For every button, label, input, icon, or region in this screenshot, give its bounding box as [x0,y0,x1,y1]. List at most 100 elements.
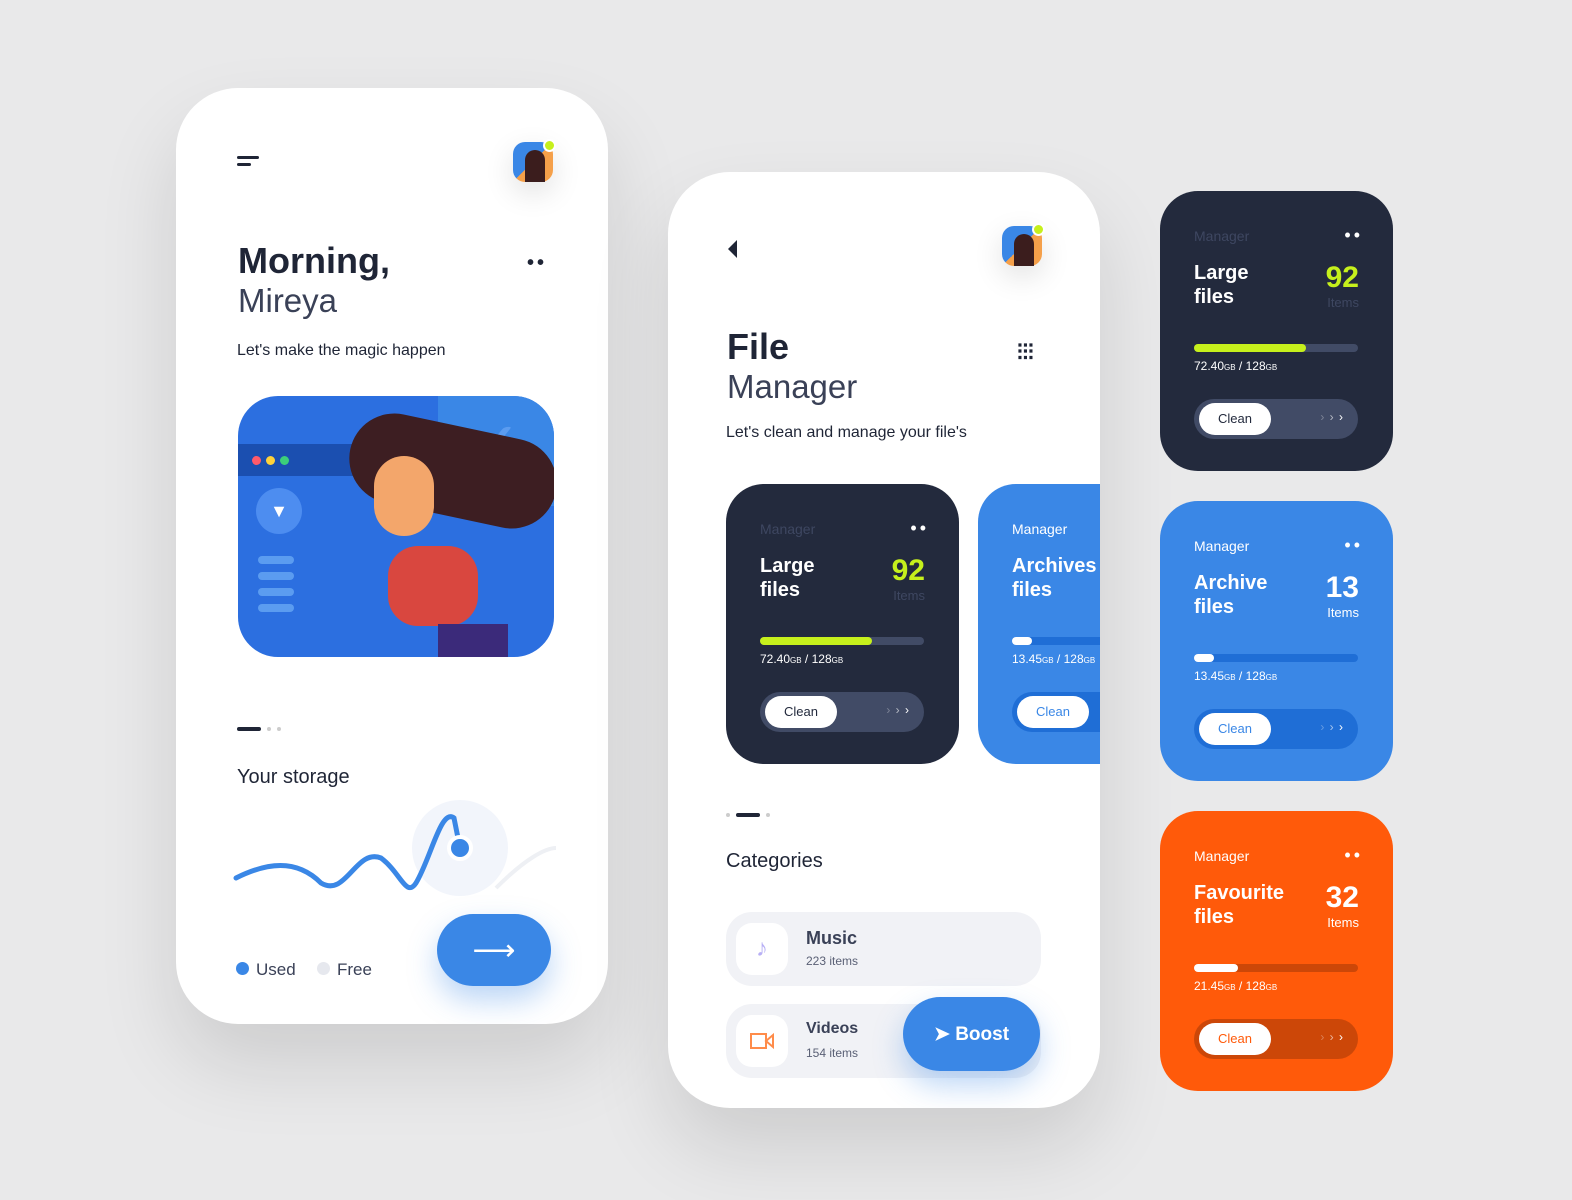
more-dots-icon[interactable]: •• [527,253,547,273]
category-count: 223 items [806,954,859,968]
more-dots-icon[interactable]: •• [1344,535,1363,556]
progress-fill [1194,654,1214,662]
storage-usage: 13.45GB / 128GB [1194,669,1278,683]
clean-slider[interactable]: Clean› › › [1194,709,1358,749]
card-label: Manager [1194,538,1250,554]
clean-slider[interactable]: Clean › › › [1194,399,1358,439]
arrow-right-icon: ⟶ [472,933,516,967]
home-screen: Morning, Mireya •• Let's make the magic … [176,88,608,1024]
card-count-unit: Items [1327,915,1359,930]
carousel-pager[interactable] [237,720,287,738]
legend-used-label: Used [256,960,296,979]
used-value: 13.45 [1012,652,1043,666]
back-icon[interactable] [728,240,737,258]
chevrons-right-icon: › › › [1320,1030,1344,1044]
storage-title: Your storage [237,766,350,788]
unit: GB [831,656,844,665]
category-name: Videos [806,1020,859,1037]
card-title-line: files [760,579,801,601]
menu-icon[interactable] [237,156,261,168]
card-title: Favourite files [1194,881,1314,929]
unit: GB [1265,983,1278,992]
boost-label: Boost [955,1023,1010,1045]
card-count-unit: Items [1327,295,1359,310]
storage-progress-bar [1194,654,1358,662]
clean-slider[interactable]: Clean › › › [1194,1019,1358,1059]
page-title: File [727,326,790,367]
storage-usage: 21.45GB / 128GB [1194,979,1278,993]
used-marker [447,835,473,861]
clean-button[interactable]: Clean [1199,1023,1271,1055]
clean-slider[interactable]: Clean › › › [760,692,924,732]
used-value: 72.40 [760,652,791,666]
chevrons-right-icon: › › › [1320,410,1344,424]
card-title-line: Archive [1194,572,1268,594]
card-label: Manager [760,521,816,537]
progress-fill [1194,344,1306,352]
storage-card-large[interactable]: Manager •• Large files 92 Items 72.40GB /… [726,484,959,764]
sliders-icon[interactable]: ⫶⫶⫶ [1017,340,1034,366]
clean-button[interactable]: Clean [1199,403,1271,435]
card-label: Manager [1194,228,1250,244]
music-note-icon: ♪ [736,923,788,975]
clean-button[interactable]: Clean [1017,696,1089,728]
card-title-line: files [1012,579,1053,601]
clean-slider[interactable]: Clean› › › [1012,692,1100,732]
avatar[interactable] [513,139,556,182]
clean-button[interactable]: Clean [1199,713,1271,745]
card-title-line: Favourite [1194,882,1285,904]
more-dots-icon[interactable]: •• [1344,845,1363,866]
total-value: 128 [811,652,832,666]
unit: GB [1224,673,1236,682]
category-name: Music [806,928,858,948]
more-dots-icon[interactable]: •• [910,518,929,539]
legend-free: Free [317,960,372,980]
storage-progress-bar [1012,637,1100,645]
progress-fill [760,637,872,645]
greeting-title: Morning, [238,240,390,281]
boost-button[interactable]: ➤ Boost [903,997,1040,1071]
card-title-line: Large [760,555,815,577]
greeting-subtitle: Let's make the magic happen [237,342,446,359]
more-dots-icon[interactable]: •• [1344,225,1363,246]
storage-card-archive[interactable]: Manager •• Archive files 13 Items 13.45GB… [1160,501,1393,781]
total-value: 128 [1063,652,1084,666]
unit: GB [1265,363,1278,372]
used-value: 21.45 [1194,979,1225,993]
cards-pager[interactable] [726,806,776,824]
storage-usage: 72.40GB / 128GB [1194,359,1278,373]
card-title: Archive files [1194,571,1314,619]
storage-progress-bar [1194,964,1358,972]
storage-card-large[interactable]: Manager •• Large files 92 Items 72.40GB /… [1160,191,1393,471]
unit: GB [1265,673,1278,682]
next-button[interactable]: ⟶ [437,914,551,986]
video-camera-icon [736,1015,788,1067]
total-value: 128 [1245,359,1266,373]
card-count: 32 [1325,881,1359,914]
storage-usage: 13.45GB / 128GB [1012,652,1096,666]
card-title: Large files [1194,261,1314,309]
category-music[interactable]: ♪ Music 223 items [726,912,1041,986]
card-label: Manager [1194,848,1250,864]
card-title-line: Large [1194,262,1249,284]
storage-card-favourite[interactable]: Manager •• Favourite files 32 Items 21.45… [1160,811,1393,1091]
clean-button[interactable]: Clean [765,696,837,728]
card-count-unit: Items [1327,605,1359,620]
storage-usage: 72.40GB / 128GB [760,652,844,666]
unit: GB [1224,363,1236,372]
chevrons-right-icon: › › › [886,703,910,717]
storage-progress-bar [760,637,924,645]
used-value: 72.40 [1194,359,1225,373]
avatar[interactable] [1002,223,1045,266]
storage-progress-bar [1194,344,1358,352]
unit: GB [790,656,802,665]
legend-free-label: Free [337,960,372,979]
storage-card-archives[interactable]: Manager •• Archivesfiles 13 Items 13.45G… [978,484,1100,764]
unit: GB [1083,656,1096,665]
file-manager-screen: File Manager ⫶⫶⫶ Let's clean and manage … [668,172,1100,1108]
greeting-name: Mireya [238,282,338,319]
total-value: 128 [1245,669,1266,683]
progress-fill [1012,637,1032,645]
unit: GB [1224,983,1236,992]
used-value: 13.45 [1194,669,1225,683]
